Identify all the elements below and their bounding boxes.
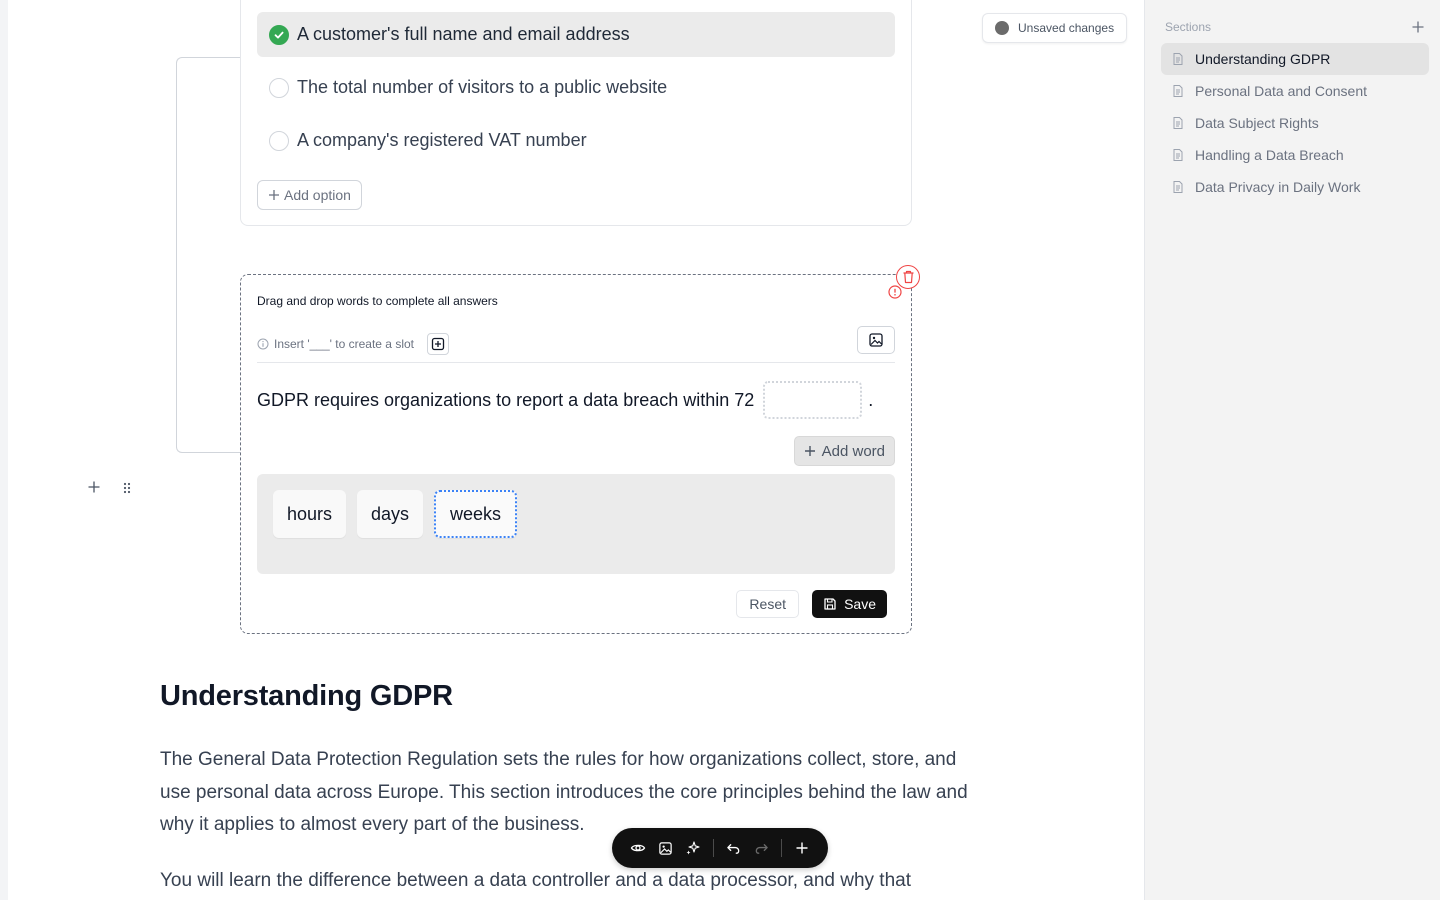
image-icon: [869, 333, 883, 347]
divider: [257, 362, 895, 363]
plus-icon[interactable]: [788, 834, 816, 862]
sidebar-item-data-subject-rights[interactable]: Data Subject Rights: [1161, 107, 1429, 139]
drop-slot[interactable]: [763, 381, 863, 419]
add-word-button[interactable]: Add word: [793, 436, 895, 466]
left-gutter: [0, 0, 8, 900]
trash-icon: [903, 270, 913, 284]
mc-option-label: A company's registered VAT number: [297, 130, 587, 150]
document-icon: [1173, 53, 1183, 65]
paragraph[interactable]: The General Data Protection Regulation s…: [160, 744, 990, 842]
unsaved-changes-indicator: Unsaved changes: [982, 13, 1128, 43]
sections-list: Understanding GDPR Personal Data and Con…: [1161, 43, 1429, 203]
mc-option-label: A customer's full name and email address: [297, 24, 630, 44]
mc-option-label: The total number of visitors to a public…: [297, 77, 668, 97]
radio-icon[interactable]: [269, 77, 289, 98]
insert-slot-button[interactable]: [427, 333, 449, 355]
word-chip[interactable]: hours: [273, 490, 347, 538]
sidebar-item-personal-data[interactable]: Personal Data and Consent: [1161, 75, 1429, 107]
add-section-icon[interactable]: [1410, 19, 1426, 35]
page-title[interactable]: Understanding GDPR: [160, 680, 453, 713]
sidebar-item-daily-work[interactable]: Data Privacy in Daily Work: [1161, 171, 1429, 203]
sidebar-item-label: Data Subject Rights: [1195, 115, 1319, 131]
sidebar-item-label: Handling a Data Breach: [1195, 147, 1344, 163]
document-icon: [1173, 117, 1183, 129]
word-bank: hours days weeks: [257, 474, 895, 574]
add-image-button[interactable]: [857, 326, 895, 354]
toolbar-separator: [781, 839, 783, 857]
drag-handle-icon[interactable]: [120, 479, 134, 497]
save-label: Save: [844, 596, 876, 612]
save-icon: [824, 598, 836, 610]
alert-circle-icon: [888, 285, 902, 299]
multiple-choice-card: A customer's full name and email address…: [240, 0, 912, 226]
plus-icon: [804, 446, 815, 456]
add-block-icon[interactable]: [85, 478, 103, 496]
sidebar-header: Sections: [1165, 20, 1212, 34]
sidebar-item-label: Understanding GDPR: [1195, 51, 1331, 67]
add-word-label: Add word: [821, 442, 885, 460]
image-icon[interactable]: [652, 834, 680, 862]
mc-option-2[interactable]: The total number of visitors to a public…: [257, 65, 895, 110]
slot-hint-text: Insert '___' to create a slot: [274, 337, 414, 351]
sidebar-item-label: Data Privacy in Daily Work: [1195, 179, 1361, 195]
eye-icon[interactable]: [624, 834, 652, 862]
save-button[interactable]: Save: [812, 590, 887, 618]
document-icon: [1173, 85, 1183, 97]
unsaved-label: Unsaved changes: [1018, 21, 1115, 35]
drag-drop-card: Drag and drop words to complete all answ…: [240, 265, 920, 634]
document-icon: [1173, 149, 1183, 161]
mc-option-3[interactable]: A company's registered VAT number: [257, 118, 895, 163]
document-icon: [1173, 181, 1183, 193]
check-icon[interactable]: [269, 24, 289, 45]
add-option-button[interactable]: Add option: [257, 180, 362, 210]
fill-sentence: GDPR requires organizations to report a …: [257, 381, 873, 419]
sparkles-icon[interactable]: [679, 834, 707, 862]
plus-square-icon: [431, 337, 445, 351]
mc-option-1[interactable]: A customer's full name and email address: [257, 12, 895, 57]
word-chip[interactable]: weeks: [434, 490, 518, 538]
sidebar-item-label: Personal Data and Consent: [1195, 83, 1367, 99]
undo-icon[interactable]: [720, 834, 748, 862]
sections-sidebar: Sections Understanding GDPR Personal Dat…: [1144, 0, 1440, 900]
slot-hint: Insert '___' to create a slot: [257, 333, 449, 355]
reset-button[interactable]: Reset: [736, 590, 799, 618]
sentence-text[interactable]: GDPR requires organizations to report a …: [257, 390, 754, 411]
info-icon: [257, 338, 269, 350]
add-option-label: Add option: [284, 187, 351, 203]
drag-drop-title: Drag and drop words to complete all answ…: [257, 294, 498, 308]
sentence-end: .: [868, 389, 874, 410]
word-chip[interactable]: days: [357, 490, 424, 538]
paragraph[interactable]: You will learn the difference between a …: [160, 865, 990, 898]
editor-canvas: A customer's full name and email address…: [8, 0, 1144, 900]
sidebar-item-data-breach[interactable]: Handling a Data Breach: [1161, 139, 1429, 171]
status-dot-icon: [995, 21, 1009, 35]
redo-icon[interactable]: [748, 834, 776, 862]
floating-toolbar: [612, 828, 828, 868]
sidebar-item-understanding-gdpr[interactable]: Understanding GDPR: [1161, 43, 1429, 75]
radio-icon[interactable]: [269, 130, 289, 151]
plus-icon: [269, 190, 279, 200]
toolbar-separator: [713, 839, 714, 857]
